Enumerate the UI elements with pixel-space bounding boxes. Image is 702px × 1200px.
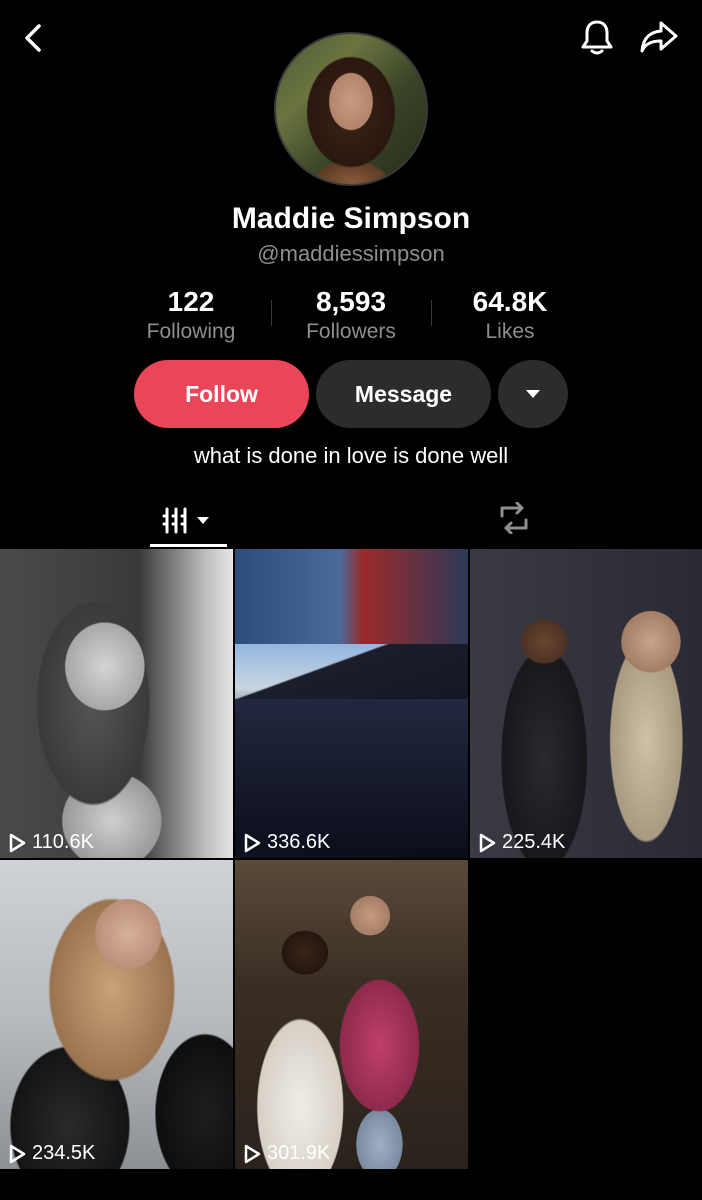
video-thumbnail[interactable]: 301.9K	[235, 860, 468, 1169]
notifications-button[interactable]	[574, 14, 620, 60]
bio: what is done in love is done well	[193, 443, 509, 468]
share-button[interactable]	[636, 14, 682, 60]
view-count: 234.5K	[8, 1142, 95, 1165]
stat-likes[interactable]: 64.8K Likes	[430, 285, 590, 345]
followers-label: Followers	[306, 320, 396, 343]
video-thumbnail[interactable]: 225.4K	[470, 549, 702, 858]
chevron-left-icon	[25, 24, 41, 52]
view-count-text: 234.5K	[32, 1142, 96, 1164]
active-tab-indicator	[150, 544, 227, 547]
view-count: 110.6K	[8, 831, 94, 854]
view-count-text: 110.6K	[32, 831, 94, 853]
display-name: Maddie Simpson	[231, 202, 471, 235]
video-thumbnail[interactable]: 110.6K	[0, 549, 233, 858]
view-count-text: 225.4K	[502, 831, 566, 853]
more-options-button[interactable]	[498, 360, 568, 428]
tab-videos[interactable]	[150, 492, 227, 548]
view-count: 301.9K	[243, 1142, 330, 1165]
video-thumbnail[interactable]: 336.6K	[235, 549, 468, 858]
stat-followers[interactable]: 8,593 Followers	[271, 285, 431, 345]
repost-icon	[500, 502, 528, 534]
share-arrow-icon	[640, 21, 678, 53]
message-button[interactable]: Message	[316, 360, 491, 428]
view-count-text: 301.9K	[267, 1142, 331, 1164]
followers-count: 8,593	[315, 286, 387, 317]
bell-icon	[581, 20, 613, 55]
view-count: 225.4K	[478, 831, 565, 854]
likes-count: 64.8K	[472, 286, 548, 317]
video-thumbnail[interactable]: 234.5K	[0, 860, 233, 1169]
following-count: 122	[167, 286, 215, 317]
tab-reposts[interactable]	[488, 492, 540, 544]
stat-following[interactable]: 122 Following	[111, 285, 271, 345]
avatar[interactable]	[274, 32, 428, 186]
play-outline-icon	[244, 1144, 261, 1163]
view-count-text: 336.6K	[267, 831, 331, 853]
billboard-image	[235, 549, 468, 644]
caret-down-icon	[526, 390, 540, 398]
play-outline-icon	[244, 833, 261, 852]
play-outline-icon	[9, 1144, 26, 1163]
username: @maddiessimpson	[257, 241, 445, 266]
train-image	[235, 699, 468, 849]
view-count: 336.6K	[243, 831, 330, 854]
grid-columns-icon	[162, 507, 209, 534]
following-label: Following	[146, 320, 236, 343]
back-button[interactable]	[14, 18, 54, 58]
play-outline-icon	[479, 833, 496, 852]
likes-label: Likes	[485, 320, 535, 343]
play-outline-icon	[9, 833, 26, 852]
follow-button[interactable]: Follow	[134, 360, 309, 428]
